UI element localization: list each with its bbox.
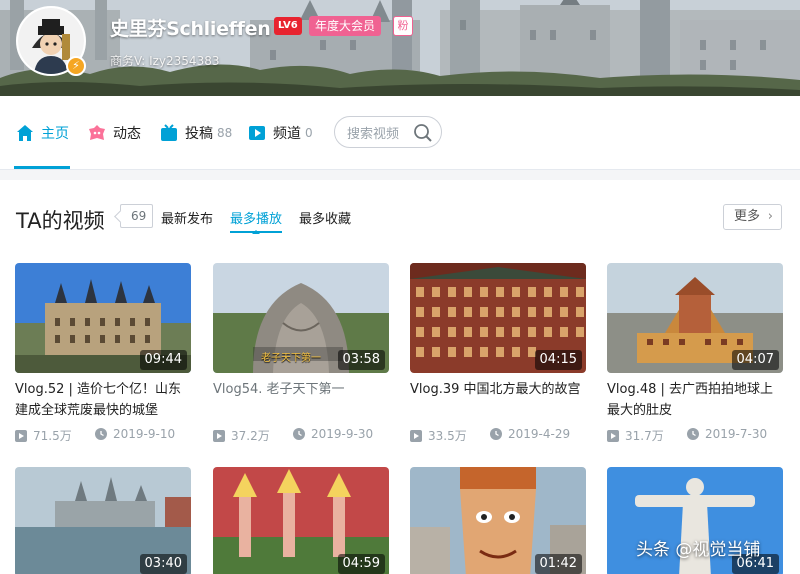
chevron-right-icon: › (767, 209, 773, 224)
nav-tab-dynamic[interactable]: 动态 (88, 122, 141, 144)
nav-tab-uploads[interactable]: 投稿 88 (160, 122, 232, 144)
dynamic-icon (89, 125, 105, 140)
uploads-count: 88 (217, 126, 233, 140)
level-badge: LV6 (274, 17, 302, 35)
upload-icon (161, 124, 177, 141)
channel-count: 0 (305, 126, 313, 140)
clock-icon (490, 428, 502, 440)
sort-tab-most-played[interactable]: 最多播放 (230, 208, 282, 227)
sort-tab-most-favorited[interactable]: 最多收藏 (299, 208, 351, 227)
publish-date: 2019-4-29 (508, 427, 571, 441)
verified-lightning-icon: ⚡ (66, 56, 86, 76)
video-card[interactable]: 04:15 Vlog.39 中国北方最大的故宫 33.5万 2019-4-29 (410, 263, 586, 443)
sort-active-indicator (230, 230, 282, 234)
video-thumbnail[interactable]: 03:40 (15, 467, 191, 574)
video-duration: 04:59 (337, 554, 385, 574)
publish-date: 2019-9-30 (311, 427, 374, 441)
section-divider (0, 170, 800, 180)
video-duration: 04:07 (731, 350, 779, 370)
fan-badge[interactable]: 粉 (393, 16, 413, 36)
nav-tab-label: 投稿 (185, 126, 213, 142)
username: 史里芬Schlieffen (110, 18, 271, 40)
play-count-icon (213, 429, 225, 442)
more-label: 更多 (734, 209, 761, 224)
nav-tab-label: 频道 (273, 126, 301, 142)
video-card[interactable]: 04:59 (213, 467, 389, 574)
watermark: 头条 @视觉当铺 (636, 540, 761, 560)
publish-date: 2019-9-10 (113, 427, 176, 441)
nav-tab-channel[interactable]: 频道 0 (248, 122, 313, 144)
nav-active-indicator (14, 166, 70, 169)
video-meta: 71.5万 2019-9-10 (15, 427, 191, 443)
channel-icon (249, 126, 265, 140)
search-icon[interactable] (413, 123, 433, 143)
clock-icon (687, 428, 699, 440)
play-count: 71.5万 (33, 429, 72, 443)
more-button[interactable]: 更多 › (723, 204, 782, 230)
profile-nav: 主页 动态 投稿 88 频道 0 搜索视频 (0, 96, 800, 170)
play-count-icon (410, 429, 422, 442)
video-title[interactable]: Vlog.52 | 造价七个亿！山东建成全球荒废最快的城堡 (15, 379, 191, 421)
video-thumbnail[interactable]: 04:15 (410, 263, 586, 373)
sort-tab-latest[interactable]: 最新发布 (161, 208, 213, 227)
video-title[interactable]: Vlog.39 中国北方最大的故宫 (410, 379, 586, 400)
video-card[interactable]: 04:07 Vlog.48 | 去广西拍拍地球上最大的肚皮 31.7万 2019… (607, 263, 783, 443)
play-count: 37.2万 (231, 429, 270, 443)
video-duration: 09:44 (139, 350, 187, 370)
video-thumbnail[interactable]: 09:44 (15, 263, 191, 373)
video-meta: 31.7万 2019-7-30 (607, 427, 783, 443)
publish-date: 2019-7-30 (705, 427, 768, 441)
video-card[interactable]: 09:44 Vlog.52 | 造价七个亿！山东建成全球荒废最快的城堡 71.5… (15, 263, 191, 443)
video-duration: 04:15 (534, 350, 582, 370)
nav-tab-label: 动态 (113, 126, 141, 142)
video-title[interactable]: Vlog54. 老子天下第一 (213, 379, 389, 400)
video-count-badge: 69 (120, 204, 154, 228)
video-thumbnail[interactable]: 04:59 (213, 467, 389, 574)
video-card[interactable]: 老子天下第一 03:58 Vlog54. 老子天下第一 37.2万 2019-9… (213, 263, 389, 443)
profile-banner: ⚡ 史里芬Schlieffen LV6 年度大会员 粉 商务V: Izy2354… (0, 0, 800, 96)
play-count-icon (607, 429, 619, 442)
video-card[interactable]: 03:40 (15, 467, 191, 574)
section-title: TA的视频 (16, 209, 105, 233)
play-count: 33.5万 (428, 429, 467, 443)
video-duration: 03:58 (337, 350, 385, 370)
video-duration: 01:42 (534, 554, 582, 574)
video-meta: 37.2万 2019-9-30 (213, 427, 389, 443)
play-count-icon (15, 429, 27, 442)
clock-icon (293, 428, 305, 440)
video-duration: 03:40 (139, 554, 187, 574)
video-card[interactable]: 01:42 (410, 467, 586, 574)
video-thumbnail[interactable]: 01:42 (410, 467, 586, 574)
thumbnail-caption: 老子天下第一 (261, 353, 321, 364)
vip-badge[interactable]: 年度大会员 (309, 16, 382, 36)
nav-tab-label: 主页 (41, 126, 69, 142)
business-contact: 商务V: Izy2354383 (110, 54, 220, 68)
video-meta: 33.5万 2019-4-29 (410, 427, 586, 443)
play-count: 31.7万 (625, 429, 664, 443)
search-placeholder: 搜索视频 (347, 126, 400, 142)
clock-icon (95, 428, 107, 440)
nav-tab-home[interactable]: 主页 (16, 122, 69, 144)
video-title[interactable]: Vlog.48 | 去广西拍拍地球上最大的肚皮 (607, 379, 783, 421)
home-icon (17, 125, 33, 141)
video-search-input[interactable]: 搜索视频 (334, 116, 442, 148)
video-thumbnail[interactable]: 老子天下第一 03:58 (213, 263, 389, 373)
video-thumbnail[interactable]: 04:07 (607, 263, 783, 373)
